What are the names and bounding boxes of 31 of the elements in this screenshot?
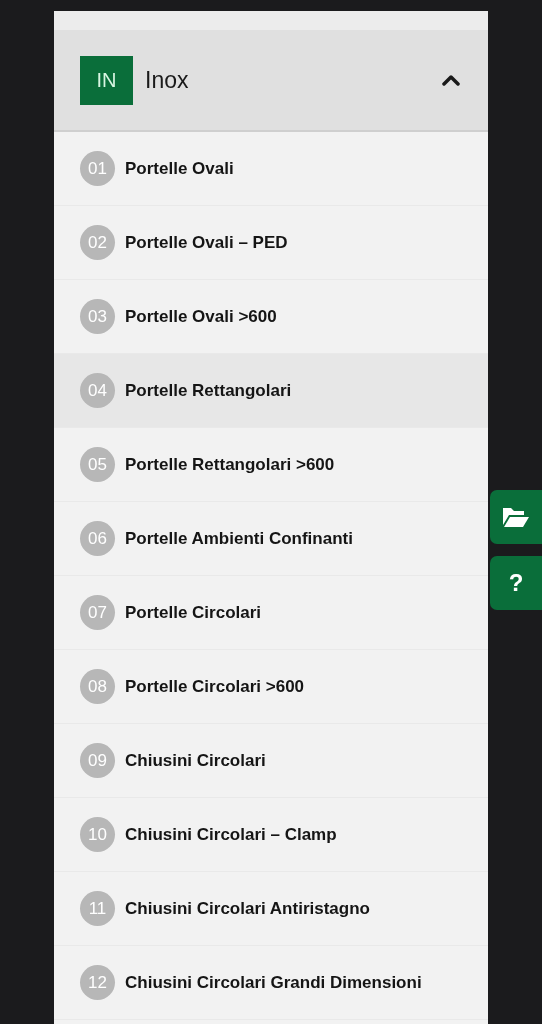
item-label: Chiusini Circolari — [125, 749, 266, 772]
item-label: Chiusini Circolari Antiristagno — [125, 897, 370, 920]
number-circle: 07 — [80, 595, 115, 630]
section-badge: IN — [80, 55, 133, 105]
folder-icon — [502, 506, 530, 528]
number-circle: 05 — [80, 447, 115, 482]
number-circle: 03 — [80, 299, 115, 334]
item-label: Chiusini Circolari – Clamp — [125, 823, 337, 846]
item-label: Portelle Rettangolari — [125, 379, 292, 402]
number-circle: 12 — [80, 965, 115, 1000]
item-label: Portelle Circolari — [125, 601, 262, 624]
number-circle: 09 — [80, 743, 115, 778]
help-button[interactable]: ? — [490, 556, 542, 610]
menu-item[interactable]: 04 Portelle Rettangolari — [54, 354, 488, 428]
number-circle: 11 — [80, 891, 115, 926]
item-label: Portelle Ovali — [125, 157, 234, 180]
folder-button[interactable] — [490, 490, 542, 544]
item-label: Portelle Circolari >600 — [125, 675, 305, 698]
item-label: Portelle Ovali >600 — [125, 305, 277, 328]
item-label: Portelle Ambienti Confinanti — [125, 527, 353, 550]
item-label: Chiusini Circolari Grandi Dimensioni — [125, 971, 422, 994]
section-header[interactable]: IN Inox — [54, 30, 488, 132]
number-circle: 08 — [80, 669, 115, 704]
number-circle: 06 — [80, 521, 115, 556]
item-label: Portelle Ovali – PED — [125, 231, 288, 254]
section-title: Inox — [145, 65, 189, 95]
number-circle: 02 — [80, 225, 115, 260]
item-label: Portelle Rettangolari >600 — [125, 453, 335, 476]
number-circle: 04 — [80, 373, 115, 408]
number-circle: 10 — [80, 817, 115, 852]
number-circle: 01 — [80, 151, 115, 186]
